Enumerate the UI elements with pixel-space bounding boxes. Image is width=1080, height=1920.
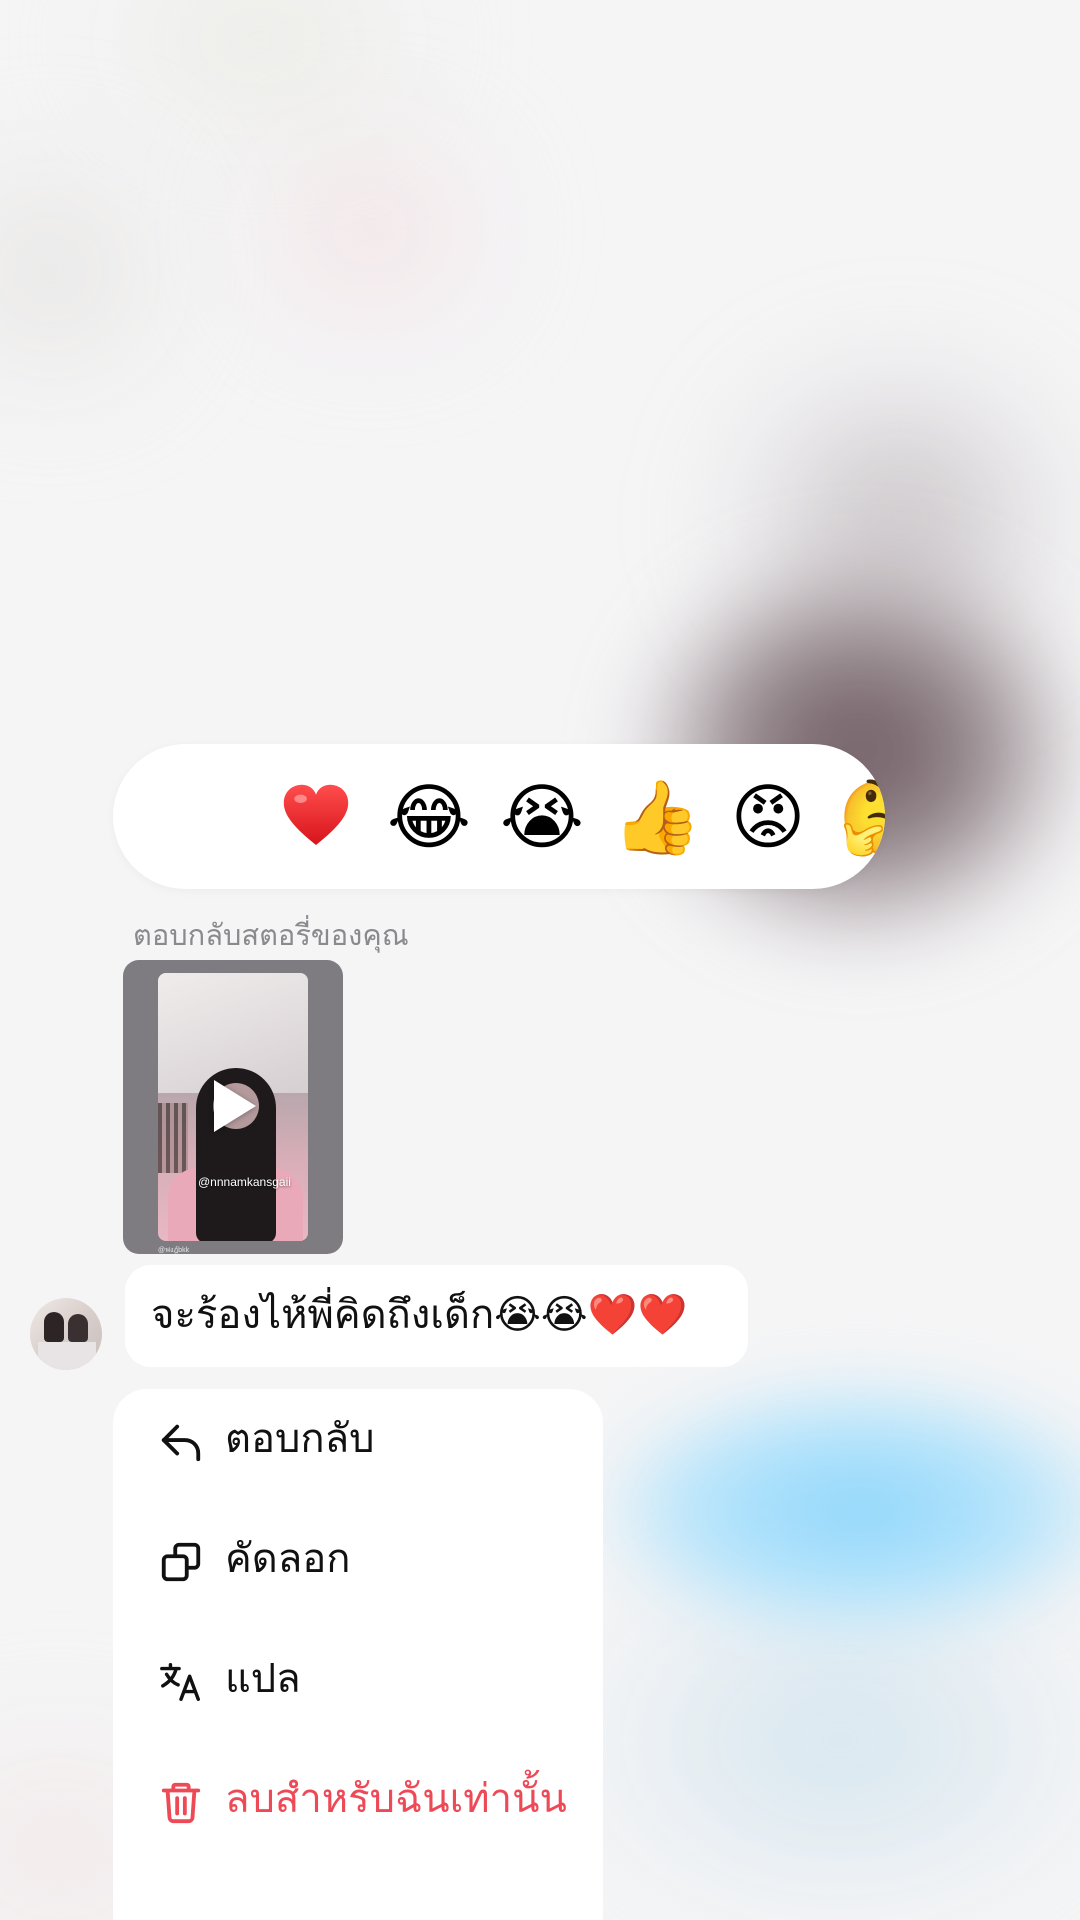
menu-item-reply[interactable]: ตอบกลับ	[113, 1389, 603, 1489]
copy-icon	[161, 1542, 201, 1582]
translate-icon	[160, 1663, 200, 1701]
reaction-crying[interactable]: 😭	[499, 774, 585, 860]
story-mention-sticker: @nnnamkansgaii	[198, 1175, 291, 1189]
reaction-angry[interactable]: 😡	[725, 774, 811, 860]
reaction-thumbs-up[interactable]: 👍	[612, 774, 702, 860]
reaction-row: 😂 😭 👍 😡 🤔 😳	[113, 744, 885, 889]
menu-item-label: คัดลอก	[225, 1536, 351, 1582]
background-blur	[0, 140, 180, 400]
menu-item-label: แปล	[225, 1656, 301, 1702]
menu-item-copy[interactable]: คัดลอก	[113, 1509, 603, 1609]
menu-item-translate[interactable]: แปล	[113, 1629, 603, 1729]
reaction-thinking[interactable]: 🤔	[838, 774, 885, 860]
avatar-part	[68, 1314, 88, 1342]
avatar-part	[38, 1342, 96, 1370]
story-caption: @ฟงฎ์bkk	[158, 1247, 190, 1254]
sender-avatar[interactable]	[30, 1298, 102, 1370]
story-shelf	[158, 1103, 188, 1173]
avatar-part	[44, 1312, 64, 1342]
background-blur	[80, 0, 440, 140]
reaction-bar: 😂 😭 👍 😡 🤔 😳	[113, 744, 885, 889]
trash-icon	[161, 1782, 201, 1824]
menu-item-delete-for-me[interactable]: ลบสำหรับฉันเท่านั้น	[113, 1749, 603, 1849]
message-bubble[interactable]: จะร้องไห้พี่คิดถึงเด็ก😭😭❤️❤️	[125, 1265, 748, 1367]
message-context-menu: ตอบกลับ คัดลอก แปล ลบสำหรับฉันเท่านั้น	[113, 1389, 603, 1920]
message-text: จะร้องไห้พี่คิดถึงเด็ก😭😭❤️❤️	[151, 1292, 688, 1338]
story-thumbnail[interactable]: @nnnamkansgaii @ฟงฎ์bkk	[123, 960, 343, 1254]
menu-item-label: ตอบกลับ	[225, 1416, 375, 1462]
background-blur	[240, 120, 500, 340]
reaction-heart[interactable]	[273, 774, 359, 860]
menu-item-label: ลบสำหรับฉันเท่านั้น	[225, 1776, 567, 1822]
story-reply-label: ตอบกลับสตอรี่ของคุณ	[133, 918, 409, 952]
reply-icon	[161, 1424, 201, 1462]
play-icon[interactable]	[214, 1080, 256, 1132]
heart-icon	[283, 784, 349, 845]
reaction-tears-of-joy[interactable]: 😂	[386, 774, 472, 860]
